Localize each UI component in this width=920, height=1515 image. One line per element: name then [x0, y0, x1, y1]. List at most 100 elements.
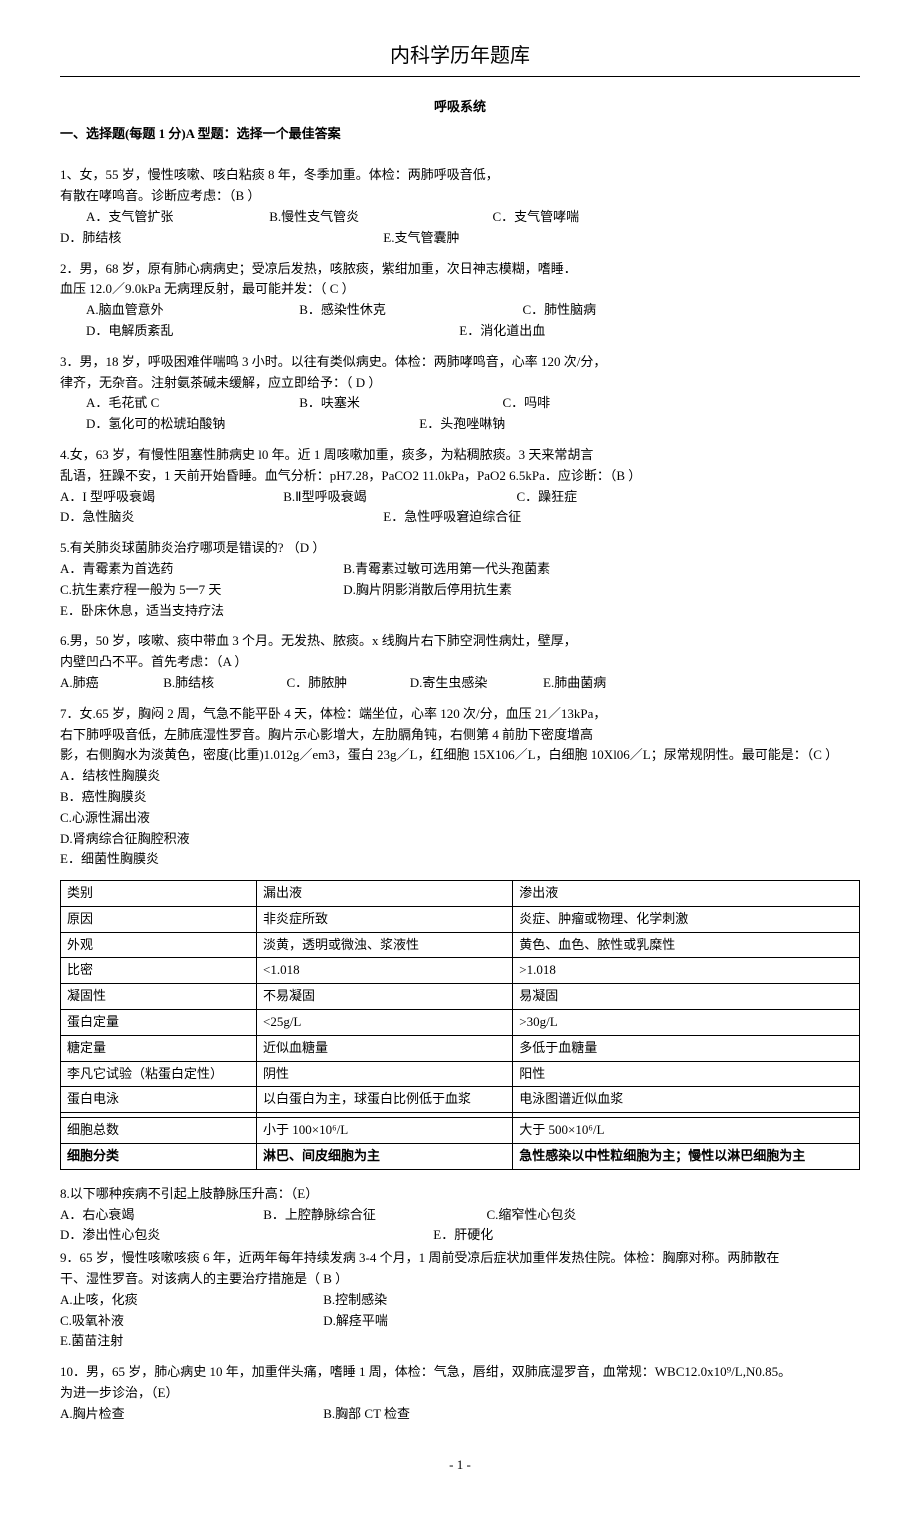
- q2-stem1: 2．男，68 岁，原有肺心病病史；受凉后发热，咳脓痰，紫绀加重，次日神志模糊，嗜…: [60, 259, 860, 280]
- q10-stem2: 为进一步诊治，（E）: [60, 1383, 860, 1404]
- q10-optA: A.胸片检查: [60, 1404, 320, 1425]
- q5-optE: E．卧床休息，适当支持疗法: [60, 601, 860, 622]
- q7-optD: D.肾病综合征胸腔积液: [60, 829, 860, 850]
- q4-optC: C．躁狂症: [517, 489, 578, 504]
- q6-stem2: 内壁凹凸不平。首先考虑：（A ）: [60, 652, 860, 673]
- cell: 原因: [61, 906, 257, 932]
- q9-stem1: 9．65 岁，慢性咳嗽咳痰 6 年，近两年每年持续发病 3-4 个月，1 周前受…: [60, 1248, 860, 1269]
- cell: <25g/L: [256, 1010, 512, 1036]
- question-7: 7．女.65 岁，胸闷 2 周，气急不能平卧 4 天，体检：端坐位，心率 120…: [60, 704, 860, 870]
- cell: 以白蛋白为主，球蛋白比例低于血浆: [256, 1087, 512, 1113]
- cell: 大于 500×10⁶/L: [513, 1118, 860, 1144]
- question-4: 4.女，63 岁，有慢性阻塞性肺病史 l0 年。近 1 周咳嗽加重，痰多，为粘稠…: [60, 445, 860, 528]
- table-row: 凝固性不易凝固易凝固: [61, 984, 860, 1010]
- cell: 淡黄，透明或微浊、浆液性: [256, 932, 512, 958]
- table-row: 比密<1.018>1.018: [61, 958, 860, 984]
- cell: <1.018: [256, 958, 512, 984]
- q9-optE: E.菌苗注射: [60, 1331, 860, 1352]
- cell: 凝固性: [61, 984, 257, 1010]
- q3-optB: B．呋塞米: [299, 393, 499, 414]
- cell: 近似血糖量: [256, 1035, 512, 1061]
- cell: 淋巴、间皮细胞为主: [256, 1144, 512, 1170]
- cell: 急性感染以中性粒细胞为主；慢性以淋巴细胞为主: [513, 1144, 860, 1170]
- page-title: 内科学历年题库: [60, 40, 860, 72]
- q9-optB: B.控制感染: [323, 1292, 387, 1307]
- q10-optB: B.胸部 CT 检查: [323, 1406, 410, 1421]
- q6-optA: A.肺癌: [60, 673, 160, 694]
- cell: 细胞分类: [61, 1144, 257, 1170]
- cell: 比密: [61, 958, 257, 984]
- sub-title: 呼吸系统: [60, 97, 860, 118]
- q1-optD: D．肺结核: [60, 228, 380, 249]
- cell: 外观: [61, 932, 257, 958]
- q4-optD: D．急性脑炎: [60, 507, 380, 528]
- table-row: 蛋白电泳以白蛋白为主，球蛋白比例低于血浆电泳图谱近似血浆: [61, 1087, 860, 1113]
- question-1: 1、女，55 岁，慢性咳嗽、咳白粘痰 8 年，冬季加重。体检：两肺呼吸音低， 有…: [60, 165, 860, 248]
- q2-optD: D．电解质紊乱: [60, 321, 456, 342]
- q8-optC: C.缩窄性心包炎: [487, 1207, 577, 1222]
- q5-optB: B.青霉素过敏可选用第一代头孢菌素: [343, 561, 550, 576]
- q7-optC: C.心源性漏出液: [60, 808, 860, 829]
- cell: 细胞总数: [61, 1118, 257, 1144]
- q3-stem1: 3．男，18 岁，呼吸困难伴喘鸣 3 小时。以往有类似病史。体检：两肺哮鸣音，心…: [60, 352, 860, 373]
- q7-optB: B．癌性胸膜炎: [60, 787, 860, 808]
- q7-stem3: 影，右侧胸水为淡黄色，密度(比重)1.012g／em3，蛋白 23g／L，红细胞…: [60, 745, 860, 766]
- q7-optE: E．细菌性胸膜炎: [60, 849, 860, 870]
- q9-optC: C.吸氧补液: [60, 1311, 320, 1332]
- question-2: 2．男，68 岁，原有肺心病病史；受凉后发热，咳脓痰，紫绀加重，次日神志模糊，嗜…: [60, 259, 860, 342]
- q7-stem2: 右下肺呼吸音低，左肺底湿性罗音。胸片示心影增大，左肋膈角钝，右侧第 4 前肋下密…: [60, 725, 860, 746]
- q6-optB: B.肺结核: [163, 673, 283, 694]
- cell: 糖定量: [61, 1035, 257, 1061]
- q2-optA: A.脑血管意外: [60, 300, 296, 321]
- q3-optE: E．头孢唑啉钠: [419, 416, 505, 431]
- q4-optB: B.Ⅱ型呼吸衰竭: [283, 487, 513, 508]
- cell: 多低于血糖量: [513, 1035, 860, 1061]
- question-8: 8.以下哪种疾病不引起上肢静脉压升高：（E） A．右心衰竭 B．上腔静脉综合征 …: [60, 1184, 860, 1246]
- table-row: 李凡它试验（粘蛋白定性）阴性阳性: [61, 1061, 860, 1087]
- th-2: 渗出液: [513, 881, 860, 907]
- q1-stem2: 有散在哮鸣音。诊断应考虑：（B ）: [60, 186, 860, 207]
- q2-optB: B．感染性休克: [299, 300, 519, 321]
- table-row: 糖定量近似血糖量多低于血糖量: [61, 1035, 860, 1061]
- cell: 李凡它试验（粘蛋白定性）: [61, 1061, 257, 1087]
- cell: >1.018: [513, 958, 860, 984]
- q5-optD: D.胸片阴影消散后停用抗生素: [343, 582, 512, 597]
- cell: 蛋白定量: [61, 1010, 257, 1036]
- question-9: 9．65 岁，慢性咳嗽咳痰 6 年，近两年每年持续发病 3-4 个月，1 周前受…: [60, 1248, 860, 1352]
- q2-stem2: 血压 12.0／9.0kPa 无病理反射，最可能并发：（ C ）: [60, 279, 860, 300]
- question-6: 6.男，50 岁，咳嗽、痰中带血 3 个月。无发热、脓痰。x 线胸片右下肺空洞性…: [60, 631, 860, 693]
- q8-stem: 8.以下哪种疾病不引起上肢静脉压升高：（E）: [60, 1184, 860, 1205]
- q2-optE: E．消化道出血: [459, 323, 545, 338]
- cell: 小于 100×10⁶/L: [256, 1118, 512, 1144]
- cell: 电泳图谱近似血浆: [513, 1087, 860, 1113]
- q9-optD: D.解痉平喘: [323, 1313, 388, 1328]
- page-number: - 1 -: [60, 1455, 860, 1476]
- q8-optB: B．上腔静脉综合征: [263, 1205, 483, 1226]
- table-row: 细胞总数小于 100×10⁶/L大于 500×10⁶/L: [61, 1118, 860, 1144]
- table-row: 外观淡黄，透明或微浊、浆液性黄色、血色、脓性或乳糜性: [61, 932, 860, 958]
- q9-stem2: 干、湿性罗音。对该病人的主要治疗措施是（ B ）: [60, 1269, 860, 1290]
- q4-stem2: 乱语，狂躁不安，1 天前开始昏睡。血气分析：pH7.28，PaCO2 11.0k…: [60, 466, 860, 487]
- cell: 易凝固: [513, 984, 860, 1010]
- section-heading-text: 一、选择题(每题 1 分)A 型题：选择一个最佳答案: [60, 126, 341, 141]
- q1-optA: A．支气管扩张: [60, 207, 266, 228]
- cell: 非炎症所致: [256, 906, 512, 932]
- q8-optE: E．肝硬化: [433, 1227, 493, 1242]
- q1-optE: E.支气管囊肿: [383, 230, 459, 245]
- q6-stem1: 6.男，50 岁，咳嗽、痰中带血 3 个月。无发热、脓痰。x 线胸片右下肺空洞性…: [60, 631, 860, 652]
- q4-stem1: 4.女，63 岁，有慢性阻塞性肺病史 l0 年。近 1 周咳嗽加重，痰多，为粘稠…: [60, 445, 860, 466]
- table-header-row: 类别 漏出液 渗出液: [61, 881, 860, 907]
- th-0: 类别: [61, 881, 257, 907]
- title-underline: [60, 76, 860, 77]
- cell: 炎症、肿瘤或物理、化学刺激: [513, 906, 860, 932]
- q3-optD: D．氢化可的松琥珀酸钠: [60, 414, 416, 435]
- cell: 阴性: [256, 1061, 512, 1087]
- q1-optB: B.慢性支气管炎: [269, 207, 489, 228]
- table-row-bold: 细胞分类淋巴、间皮细胞为主急性感染以中性粒细胞为主；慢性以淋巴细胞为主: [61, 1144, 860, 1170]
- table-row: 蛋白定量<25g/L>30g/L: [61, 1010, 860, 1036]
- q7-stem1: 7．女.65 岁，胸闷 2 周，气急不能平卧 4 天，体检：端坐位，心率 120…: [60, 704, 860, 725]
- question-5: 5.有关肺炎球菌肺炎治疗哪项是错误的? （D ） A．青霉素为首选药 B.青霉素…: [60, 538, 860, 621]
- q7-optA: A．结核性胸膜炎: [60, 766, 860, 787]
- cell: >30g/L: [513, 1010, 860, 1036]
- q6-optE: E.肺曲菌病: [543, 675, 606, 690]
